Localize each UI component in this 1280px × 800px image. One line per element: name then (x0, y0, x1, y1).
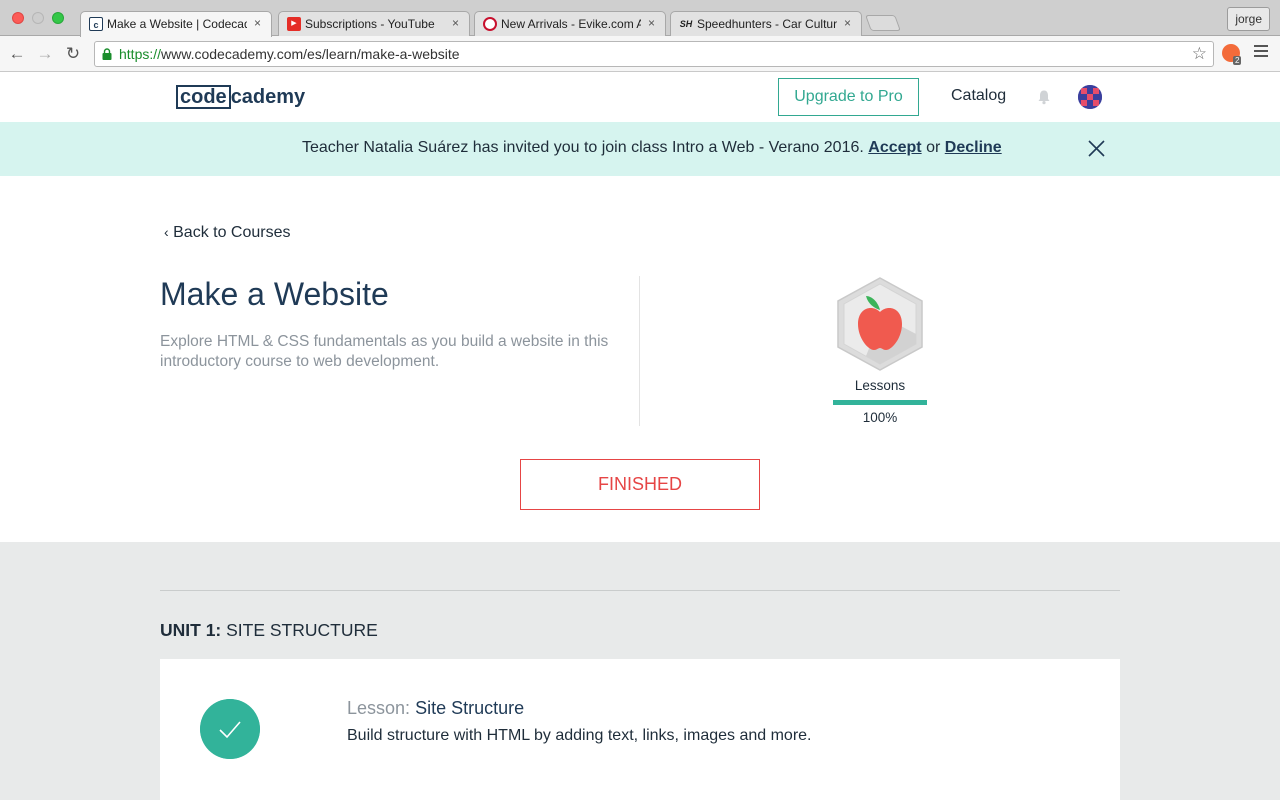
bell-icon[interactable] (1036, 89, 1052, 105)
avatar[interactable] (1078, 85, 1102, 109)
address-bar[interactable]: https://www.codecademy.com/es/learn/make… (94, 41, 1214, 67)
extension-badge: 2 (1233, 56, 1242, 65)
speedhunters-favicon-icon: SH (679, 19, 693, 29)
logo-boxed-text: code (176, 85, 231, 109)
window-close-button[interactable] (12, 12, 24, 24)
catalog-link[interactable]: Catalog (951, 87, 1006, 105)
tab-close-icon[interactable]: × (254, 16, 261, 30)
lessons-progress-fill (833, 400, 927, 405)
back-to-courses-label: Back to Courses (173, 224, 291, 241)
window-maximize-button[interactable] (52, 12, 64, 24)
chevron-left-icon: ‹ (164, 224, 169, 240)
decline-link[interactable]: Decline (945, 139, 1002, 156)
reload-icon[interactable]: ↻ (62, 43, 84, 65)
unit-heading: UNIT 1: SITE STRUCTURE (160, 620, 378, 641)
lesson-prefix: Lesson: (347, 698, 411, 718)
lessons-progress-bar (833, 400, 927, 405)
evike-favicon-icon (483, 17, 497, 31)
tab-title: New Arrivals - Evike.com Airsoft (501, 17, 641, 31)
browser-tab-bar: c Make a Website | Codecademy × ▶ Subscr… (0, 0, 1280, 37)
url-path: www.codecademy.com/es/learn/make-a-websi… (161, 46, 460, 62)
tab-title: Make a Website | Codecademy (107, 17, 247, 31)
tab-close-icon[interactable]: × (844, 16, 851, 30)
course-description: Explore HTML & CSS fundamentals as you b… (160, 333, 609, 370)
lesson-description: Build structure with HTML by adding text… (347, 727, 812, 744)
url-scheme: https:// (119, 46, 162, 62)
course-units-section: UNIT 1: SITE STRUCTURE Lesson: Site Stru… (0, 542, 1280, 800)
upgrade-to-pro-button[interactable]: Upgrade to Pro (778, 78, 919, 116)
back-to-courses-link[interactable]: ‹ Back to Courses (164, 224, 291, 242)
logo-rest-text: cademy (230, 86, 306, 108)
accept-link[interactable]: Accept (868, 139, 921, 156)
units-divider (160, 590, 1120, 591)
unit-number: UNIT 1: (160, 620, 222, 640)
invite-text: Teacher Natalia Suárez has invited you t… (302, 139, 864, 156)
browser-tab-evike[interactable]: New Arrivals - Evike.com Airsoft × (474, 11, 666, 36)
hero-divider (639, 276, 640, 426)
back-arrow-icon[interactable]: ← (6, 43, 28, 65)
browser-tab-youtube[interactable]: ▶ Subscriptions - YouTube × (278, 11, 470, 36)
lesson-name: Site Structure (415, 698, 525, 718)
apple-badge-icon (837, 277, 923, 371)
forward-arrow-icon[interactable]: → (34, 43, 56, 65)
invite-message: Teacher Natalia Suárez has invited you t… (302, 122, 1002, 174)
tab-title: Subscriptions - YouTube (305, 17, 435, 31)
window-minimize-button[interactable] (32, 12, 44, 24)
codecademy-favicon-icon: c (89, 17, 103, 31)
profile-button[interactable]: jorge (1227, 7, 1270, 31)
check-icon (200, 699, 260, 759)
new-tab-button[interactable] (865, 15, 901, 31)
or-text: or (926, 139, 941, 156)
browser-menu-icon[interactable] (1254, 45, 1268, 60)
finished-button[interactable]: FINISHED (520, 459, 760, 510)
tab-title: Speedhunters - Car Culture (697, 17, 837, 31)
unit-name: SITE STRUCTURE (226, 620, 378, 640)
lesson-card[interactable]: Lesson: Site Structure Build structure w… (160, 659, 1120, 800)
codecademy-logo[interactable]: code cademy (176, 85, 305, 109)
browser-tab-codecademy[interactable]: c Make a Website | Codecademy × (80, 11, 272, 37)
youtube-favicon-icon: ▶ (287, 17, 301, 31)
tab-close-icon[interactable]: × (452, 16, 459, 30)
lock-icon (102, 48, 112, 60)
browser-tab-speedhunters[interactable]: SH Speedhunters - Car Culture × (670, 11, 862, 36)
close-icon[interactable] (1088, 140, 1105, 157)
lessons-progress-percent: 100% (862, 410, 898, 425)
tab-close-icon[interactable]: × (648, 16, 655, 30)
url-text: https://www.codecademy.com/es/learn/make… (119, 42, 460, 66)
lesson-title: Lesson: Site Structure (347, 698, 524, 719)
class-invite-banner: Teacher Natalia Suárez has invited you t… (0, 122, 1280, 176)
browser-toolbar: ← → ↻ https://www.codecademy.com/es/lear… (0, 36, 1280, 72)
site-header: code cademy Upgrade to Pro Catalog (0, 72, 1280, 122)
course-title: Make a Website (160, 276, 389, 312)
lessons-label: Lessons (854, 378, 906, 393)
bookmark-star-icon[interactable]: ☆ (1192, 42, 1207, 66)
